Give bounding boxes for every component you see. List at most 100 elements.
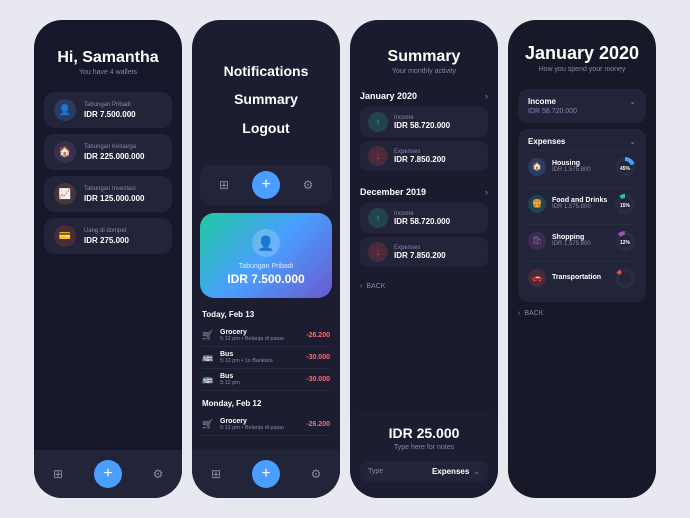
svg-text:15%: 15% bbox=[620, 203, 631, 209]
menu-logout[interactable]: Logout bbox=[206, 117, 326, 139]
txn-grocery-2[interactable]: 🛒 Grocery 5:12 pm • Belanja di pasar -26… bbox=[202, 414, 330, 436]
menu-summary[interactable]: Summary bbox=[206, 88, 326, 110]
monday-header: Monday, Feb 12 bbox=[202, 399, 330, 408]
housing-donut: 45% bbox=[614, 156, 636, 178]
expense-housing[interactable]: 🏠 Housing IDR 1.575.800 45% bbox=[528, 150, 636, 183]
gear-icon[interactable]: ⚙ bbox=[148, 464, 168, 484]
shopping-donut: 12% bbox=[614, 230, 636, 252]
expense-shopping[interactable]: 🛍 Shopping IDR 1.575.800 12% bbox=[528, 224, 636, 257]
expenses-header[interactable]: Expenses ⌄ bbox=[528, 137, 636, 146]
gear-icon-3[interactable]: ⚙ bbox=[306, 464, 326, 484]
expenses-section: Expenses ⌄ 🏠 Housing IDR 1.575.800 45% 🍔… bbox=[518, 129, 646, 302]
grid-icon[interactable]: ⊞ bbox=[48, 464, 68, 484]
wallet-name-investasi: Tabungan Investasi bbox=[84, 186, 162, 192]
january-header[interactable]: January 2020 › bbox=[360, 91, 488, 101]
grid-icon-3[interactable]: ⊞ bbox=[206, 464, 226, 484]
shopping-info: Shopping IDR 1.575.800 bbox=[552, 234, 608, 247]
back-label: BACK bbox=[366, 283, 385, 290]
dec-expense-amount: IDR 7.850.200 bbox=[394, 251, 480, 260]
wallet-list: 👤 Tabungan Pribadi IDR 7.500.000 🏠 Tabun… bbox=[34, 88, 182, 258]
note-amount: IDR 25.000 bbox=[360, 425, 488, 441]
expenses-label: Expenses bbox=[528, 137, 565, 146]
jan-expense-icon: ↓ bbox=[368, 146, 388, 166]
december-title: December 2019 bbox=[360, 187, 426, 197]
back-label-4: BACK bbox=[524, 310, 543, 317]
housing-icon: 🏠 bbox=[528, 158, 546, 176]
card-name: Tabungan Pribadi bbox=[212, 263, 320, 270]
housing-info: Housing IDR 1.575.800 bbox=[552, 160, 608, 173]
shopping-amount: IDR 1.575.800 bbox=[552, 241, 608, 247]
txn-bus-2[interactable]: 🚌 Bus 5:12 pm -30.000 bbox=[202, 369, 330, 391]
note-placeholder[interactable]: Type here for notes bbox=[360, 444, 488, 451]
expense-food[interactable]: 🍔 Food and Drinks IDR 1.575.800 15% bbox=[528, 187, 636, 220]
dec-income-info: Income IDR 58.720.000 bbox=[394, 211, 480, 226]
wallet-header: Hi, Samantha You have 4 wallets bbox=[34, 20, 182, 88]
jan-income-icon: ↑ bbox=[368, 112, 388, 132]
txn-name-4: Grocery bbox=[220, 418, 300, 425]
dec-income-icon: ↑ bbox=[368, 208, 388, 228]
menu-notifications[interactable]: Notifications bbox=[206, 60, 326, 82]
wallet-info-pribadi: Tabungan Pribadi IDR 7.500.000 bbox=[84, 102, 162, 119]
back-button-4[interactable]: ‹ BACK bbox=[518, 310, 646, 317]
add-button[interactable]: + bbox=[94, 460, 122, 488]
shopping-icon: 🛍 bbox=[528, 232, 546, 250]
summary-title: Summary bbox=[364, 48, 484, 66]
txn-name-3: Bus bbox=[220, 373, 300, 380]
income-chevron: ⌄ bbox=[629, 97, 636, 106]
transport-icon: 🚗 bbox=[528, 269, 546, 287]
phone-detail: January 2020 How you spend your money In… bbox=[508, 20, 656, 498]
back-button[interactable]: ‹ BACK bbox=[360, 283, 488, 290]
dec-income-entry[interactable]: ↑ Income IDR 58.720.000 bbox=[360, 203, 488, 233]
bottom-bar: ⊞ + ⚙ bbox=[34, 450, 182, 498]
dec-expense-entry[interactable]: ↓ Expenses IDR 7.850.200 bbox=[360, 237, 488, 267]
shopping-name: Shopping bbox=[552, 234, 608, 241]
type-label: Type bbox=[368, 468, 383, 475]
food-amount: IDR 1.575.800 bbox=[552, 204, 608, 210]
wallet-card: 👤 Tabungan Pribadi IDR 7.500.000 bbox=[200, 213, 332, 298]
wallet-item-pribadi[interactable]: 👤 Tabungan Pribadi IDR 7.500.000 bbox=[44, 92, 172, 128]
greeting-text: Hi, Samantha bbox=[48, 48, 168, 67]
wallet-item-investasi[interactable]: 📈 Tabungan Investasi IDR 125.000.000 bbox=[44, 176, 172, 212]
grid-icon-2[interactable]: ⊞ bbox=[214, 175, 234, 195]
summary-subtitle: Your monthly activity bbox=[364, 68, 484, 75]
grocery-icon-1: 🛒 bbox=[202, 330, 214, 341]
jan-expense-entry[interactable]: ↓ Expenses IDR 7.850.200 bbox=[360, 141, 488, 171]
january-chevron: › bbox=[485, 91, 488, 101]
bus-icon-1: 🚌 bbox=[202, 352, 214, 363]
svg-text:45%: 45% bbox=[620, 166, 631, 172]
food-icon: 🍔 bbox=[528, 195, 546, 213]
wallet-name-pribadi: Tabungan Pribadi bbox=[84, 102, 162, 108]
december-section: December 2019 › ↑ Income IDR 58.720.000 … bbox=[350, 181, 498, 277]
december-header[interactable]: December 2019 › bbox=[360, 187, 488, 197]
txn-grocery-1[interactable]: 🛒 Grocery 5:12 pm • Belanja di pasar -26… bbox=[202, 325, 330, 347]
grocery-icon-2: 🛒 bbox=[202, 419, 214, 430]
txn-info-2: Bus 5:12 pm • 1x Bankara bbox=[220, 351, 300, 364]
wallet-item-dompet[interactable]: 💳 Uang di dompet IDR 275.000 bbox=[44, 218, 172, 254]
txn-detail-1: 5:12 pm • Belanja di pasar bbox=[220, 336, 300, 342]
transactions-section: Today, Feb 13 🛒 Grocery 5:12 pm • Belanj… bbox=[192, 302, 340, 444]
svg-text:12%: 12% bbox=[620, 240, 631, 246]
jan-expense-amount: IDR 7.850.200 bbox=[394, 155, 480, 164]
detail-subtitle: How you spend your money bbox=[522, 66, 642, 73]
card-avatar: 👤 bbox=[252, 229, 280, 257]
txn-amount-4: -26.200 bbox=[306, 421, 330, 428]
detail-header: January 2020 How you spend your money bbox=[508, 20, 656, 83]
add-button-3[interactable]: + bbox=[252, 460, 280, 488]
add-button-2[interactable]: + bbox=[252, 171, 280, 199]
income-section[interactable]: Income ⌄ IDR 58.720.000 bbox=[518, 89, 646, 123]
menu-section: Notifications Summary Logout bbox=[192, 20, 340, 165]
bus-icon-2: 🚌 bbox=[202, 374, 214, 385]
jan-income-entry[interactable]: ↑ Income IDR 58.720.000 bbox=[360, 107, 488, 137]
menu-bottom-icons: ⊞ + ⚙ bbox=[200, 165, 332, 205]
gear-icon-2[interactable]: ⚙ bbox=[298, 175, 318, 195]
expense-transport[interactable]: 🚗 Transportation bbox=[528, 261, 636, 294]
txn-bus-1[interactable]: 🚌 Bus 5:12 pm • 1x Bankara -30.000 bbox=[202, 347, 330, 369]
transport-info: Transportation bbox=[552, 274, 608, 281]
type-row[interactable]: Type Expenses ⌄ bbox=[360, 461, 488, 482]
food-name: Food and Drinks bbox=[552, 197, 608, 204]
summary-header: Summary Your monthly activity bbox=[350, 20, 498, 85]
expenses-chevron: ⌄ bbox=[629, 137, 636, 146]
transport-donut bbox=[614, 267, 636, 289]
txn-detail-3: 5:12 pm bbox=[220, 380, 300, 386]
wallet-item-keluarga[interactable]: 🏠 Tabungan Keluarga IDR 225.000.000 bbox=[44, 134, 172, 170]
